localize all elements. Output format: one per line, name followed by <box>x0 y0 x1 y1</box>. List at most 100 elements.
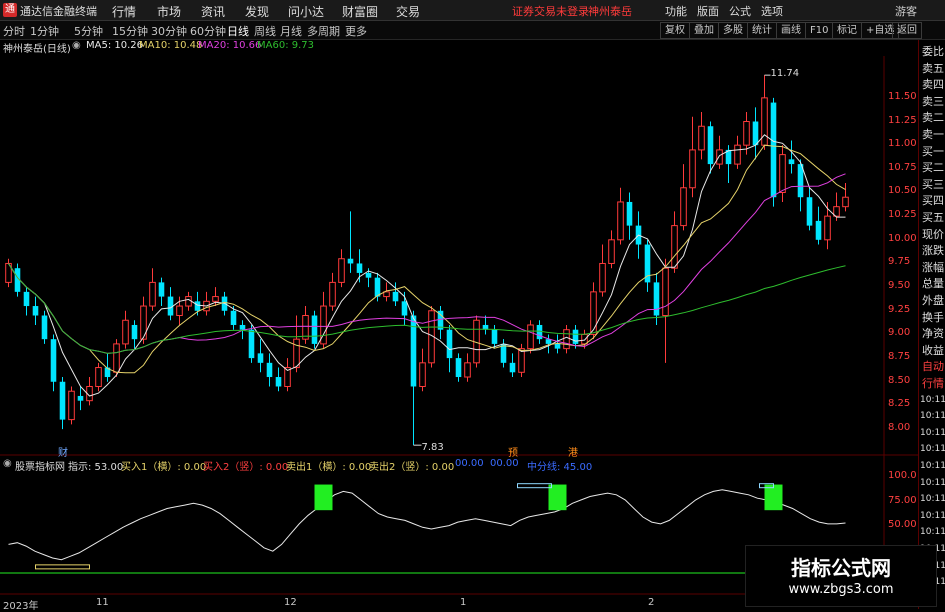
candle-body <box>266 362 273 378</box>
time-label: 10:11 <box>920 394 945 405</box>
candle-body <box>212 296 219 302</box>
candle-body <box>374 277 381 297</box>
candle-body <box>185 296 192 307</box>
price-axis-label: 10.75 <box>888 161 917 173</box>
quote-field-label[interactable]: 涨跌 <box>920 243 945 258</box>
candle-body <box>518 348 525 373</box>
marker-gang[interactable]: 港 <box>568 444 578 459</box>
quote-field-label[interactable]: 外盘 <box>920 293 945 308</box>
date-label-1: 1 <box>460 597 467 608</box>
candle-body <box>671 225 678 269</box>
candle-body <box>77 395 84 401</box>
quote-field-label[interactable]: 卖三 <box>920 94 945 109</box>
candle-body <box>158 282 165 297</box>
candle-body <box>149 281 156 307</box>
quote-field-label[interactable]: 卖二 <box>920 110 945 125</box>
quote-field-label[interactable]: 涨幅 <box>920 260 945 275</box>
quote-field-label[interactable]: 买三 <box>920 177 945 192</box>
candle-body <box>599 262 606 293</box>
candle-body <box>176 305 183 317</box>
candle-body <box>707 126 714 165</box>
sell-signal-bar <box>548 484 567 511</box>
kline-chart[interactable] <box>0 0 945 609</box>
candle-body <box>392 291 399 302</box>
quote-field-label[interactable]: 净资 <box>920 326 945 341</box>
price-axis-label: 8.50 <box>888 374 911 386</box>
quote-field-label[interactable]: 买二 <box>920 160 945 175</box>
low-annotation: 7.83 <box>421 442 444 454</box>
quote-field-label[interactable]: 买五 <box>920 210 945 225</box>
candle-body <box>248 329 255 359</box>
candle-body <box>626 201 633 226</box>
indicator-buy1: 买入1（横）: 0.00 <box>121 462 207 473</box>
quote-field-label[interactable]: 收益 <box>920 343 945 358</box>
price-axis-label: 11.50 <box>888 90 917 102</box>
quote-field-label[interactable]: 买四 <box>920 193 945 208</box>
price-axis-label: 8.75 <box>888 351 911 363</box>
time-label: 10:11 <box>920 527 945 538</box>
candle-body <box>824 215 831 241</box>
quote-field-label[interactable]: 换手 <box>920 310 945 325</box>
candle-body <box>41 315 48 340</box>
time-label: 10:11 <box>920 411 945 422</box>
marker-yu[interactable]: 预 <box>508 444 518 459</box>
candle-body <box>842 196 849 208</box>
time-label: 10:11 <box>920 494 945 505</box>
candle-body <box>239 324 246 330</box>
time-label: 10:11 <box>920 477 945 488</box>
price-axis-label: 9.25 <box>888 303 911 315</box>
candle-body <box>608 239 615 264</box>
candle-body <box>131 324 138 340</box>
indicator-hint: 指示: 53.00 <box>68 462 124 473</box>
price-axis-label: 11.25 <box>888 114 917 126</box>
indicator-buy2: 买入2（竖）: 0.00 <box>203 462 289 473</box>
candle-body <box>554 343 561 349</box>
price-axis-label: 9.50 <box>888 280 911 292</box>
date-label-2023: 2023年 <box>3 601 39 612</box>
indicator-settings-icon[interactable]: ◉ <box>3 458 12 469</box>
candle-body <box>815 220 822 240</box>
candle-body <box>491 329 498 344</box>
candle-body <box>743 121 750 146</box>
quote-field-label[interactable]: 自动 <box>920 359 945 374</box>
candle-body <box>536 324 543 340</box>
quote-field-label[interactable]: 卖四 <box>920 77 945 92</box>
candle-body <box>617 201 624 241</box>
ind-axis-75: 75.00 <box>888 495 917 506</box>
candle-body <box>275 377 282 387</box>
date-label-12: 12 <box>284 597 297 608</box>
ma5-line <box>8 134 846 397</box>
quote-field-label[interactable]: 卖五 <box>920 61 945 76</box>
time-label: 10:11 <box>920 444 945 455</box>
quote-field-label[interactable]: 总量 <box>920 276 945 291</box>
quote-field-label[interactable]: 买一 <box>920 144 945 159</box>
candle-body <box>68 390 75 421</box>
quote-field-label[interactable]: 现价 <box>920 227 945 242</box>
indicator-sell1: 卖出1（横）: 0.00 <box>286 462 372 473</box>
candle-body <box>446 329 453 359</box>
price-axis-label: 11.00 <box>888 138 917 150</box>
date-label-11: 11 <box>96 597 109 608</box>
marker-cai[interactable]: 财 <box>58 444 68 459</box>
quote-side-panel: 委比卖五 卖四卖三 卖二卖一买一 买二买三 买四买五现价 涨跌涨幅 总量外盘换手 净资收益 自动… <box>918 40 945 609</box>
candle-body <box>347 258 354 264</box>
quote-field-label[interactable]: 委比 <box>920 44 945 59</box>
indicator-midline: 中分线: 45.00 <box>527 462 593 473</box>
price-axis-label: 10.50 <box>888 185 917 197</box>
watermark: 指标公式网 www.zbgs3.com <box>745 545 937 607</box>
candle-body <box>338 258 345 283</box>
candle-body <box>419 362 426 387</box>
candle-body <box>572 329 579 344</box>
indicator-extra2: 00.00 <box>490 458 519 469</box>
candle-body <box>365 272 372 278</box>
price-axis-label: 10.25 <box>888 209 917 221</box>
candle-body <box>95 367 102 387</box>
oscillator-line <box>8 489 846 561</box>
quote-field-label[interactable]: 卖一 <box>920 127 945 142</box>
candle-body <box>779 154 786 193</box>
quote-field-label[interactable]: 行情 <box>920 376 945 391</box>
sell-signal-horizontal <box>517 483 552 489</box>
candle-body <box>653 282 660 316</box>
candle-body <box>50 339 57 382</box>
buy-signal-horizontal <box>35 564 90 570</box>
